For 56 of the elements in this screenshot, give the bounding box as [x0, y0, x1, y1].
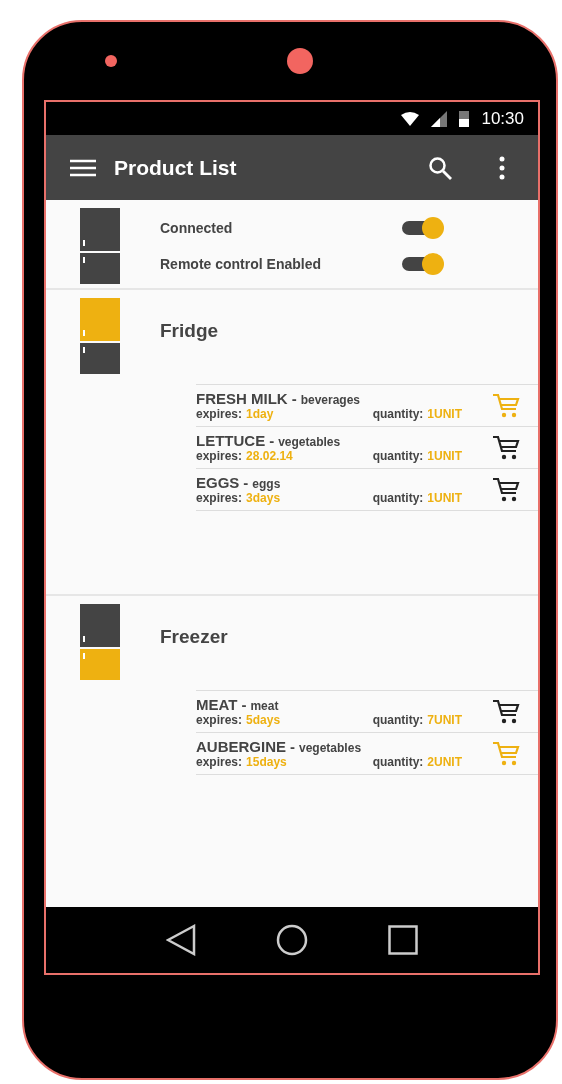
- expires-label: expires:: [196, 407, 243, 421]
- separator-dash: -: [241, 696, 247, 713]
- expires-label: expires:: [196, 755, 243, 769]
- quantity-value: 2UNIT: [427, 755, 462, 769]
- expires-value: 5days: [246, 713, 281, 727]
- recents-icon[interactable]: [388, 925, 418, 955]
- quantity-value: 7UNIT: [427, 713, 462, 727]
- product-name: LETTUCE: [196, 432, 266, 449]
- quantity-value: 1UNIT: [427, 449, 462, 463]
- quantity-value: 1UNIT: [427, 407, 462, 421]
- expires-label: expires:: [196, 713, 243, 727]
- product-category: vegetables: [299, 741, 362, 755]
- battery-icon: [459, 110, 470, 127]
- quantity-label: quantity:: [372, 713, 424, 727]
- product-name: EGGS: [196, 474, 240, 491]
- back-icon[interactable]: [166, 924, 196, 956]
- product-category: beverages: [300, 393, 361, 407]
- cart-icon[interactable]: [492, 476, 520, 503]
- search-icon[interactable]: [428, 155, 452, 180]
- quantity-label: quantity:: [372, 407, 424, 421]
- product-name: FRESH MILK: [196, 390, 288, 407]
- expires-value: 15days: [246, 755, 287, 769]
- section-title: Freezer: [160, 626, 228, 648]
- product-category: meat: [250, 699, 279, 713]
- quantity-label: quantity:: [372, 449, 424, 463]
- signal-icon: [431, 110, 448, 127]
- separator-dash: -: [290, 738, 295, 755]
- app-title: Product List: [114, 155, 238, 180]
- expires-value: 3days: [246, 491, 281, 505]
- expires-label: expires:: [196, 449, 243, 463]
- menu-icon[interactable]: [70, 158, 96, 177]
- expires-label: expires:: [196, 491, 243, 505]
- camera-dot: [287, 48, 313, 74]
- product-name: MEAT: [196, 696, 238, 713]
- section-title: Fridge: [160, 320, 219, 342]
- sensor-dot: [105, 55, 117, 67]
- wifi-icon: [401, 111, 420, 126]
- quantity-label: quantity:: [372, 491, 424, 505]
- toggle-label: Connected: [160, 220, 233, 236]
- quantity-value: 1UNIT: [427, 491, 462, 505]
- expires-value: 1day: [246, 407, 274, 421]
- separator-dash: -: [269, 432, 275, 449]
- product-name: AUBERGINE: [196, 738, 286, 755]
- cart-icon[interactable]: [492, 698, 520, 725]
- toggle-switch[interactable]: [402, 216, 446, 240]
- home-icon[interactable]: [276, 924, 308, 956]
- product-category: eggs: [252, 477, 281, 491]
- product-category: vegetables: [278, 435, 341, 449]
- quantity-label: quantity:: [372, 755, 424, 769]
- separator-dash: -: [291, 390, 297, 407]
- expires-value: 28.02.14: [246, 449, 293, 463]
- toggle-label: Remote control Enabled: [160, 256, 322, 272]
- cart-icon[interactable]: [492, 434, 520, 461]
- status-time: 10:30: [481, 108, 524, 129]
- separator-dash: -: [243, 474, 249, 491]
- toggle-switch[interactable]: [402, 252, 446, 276]
